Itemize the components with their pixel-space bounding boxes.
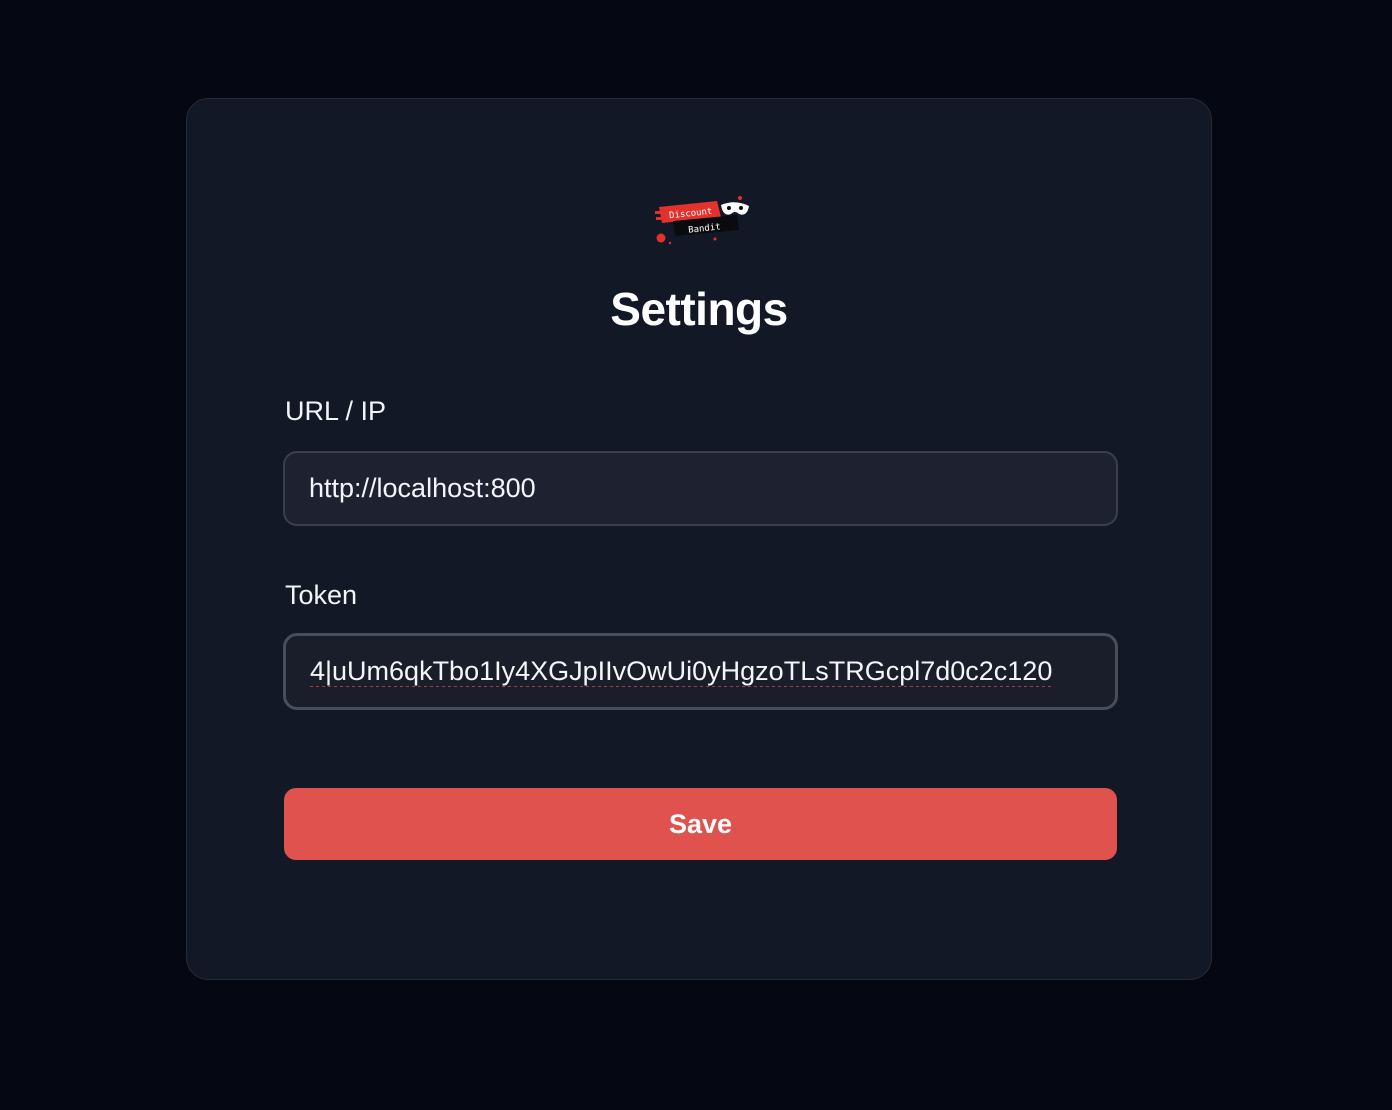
logo-paint-dot [656,233,666,243]
token-field-label: Token [285,580,358,610]
url-field-label: URL / IP [285,396,387,426]
page-title: Settings [610,283,788,335]
token-input[interactable] [283,633,1118,710]
logo-red-stripe [655,211,663,214]
logo-paint-dot [738,196,742,200]
discount-bandit-logo: Discount Bandit [655,196,749,245]
settings-card: Discount Bandit Settings URL / IP Token … [186,98,1212,980]
bandit-mask-icon [721,202,749,215]
logo-text-bandit: Bandit [688,222,721,235]
logo-paint-dot [668,241,672,245]
save-button[interactable]: Save [284,788,1117,860]
url-input[interactable] [283,451,1118,526]
logo-paint-dot [713,237,717,241]
logo-red-stripe [656,217,662,220]
